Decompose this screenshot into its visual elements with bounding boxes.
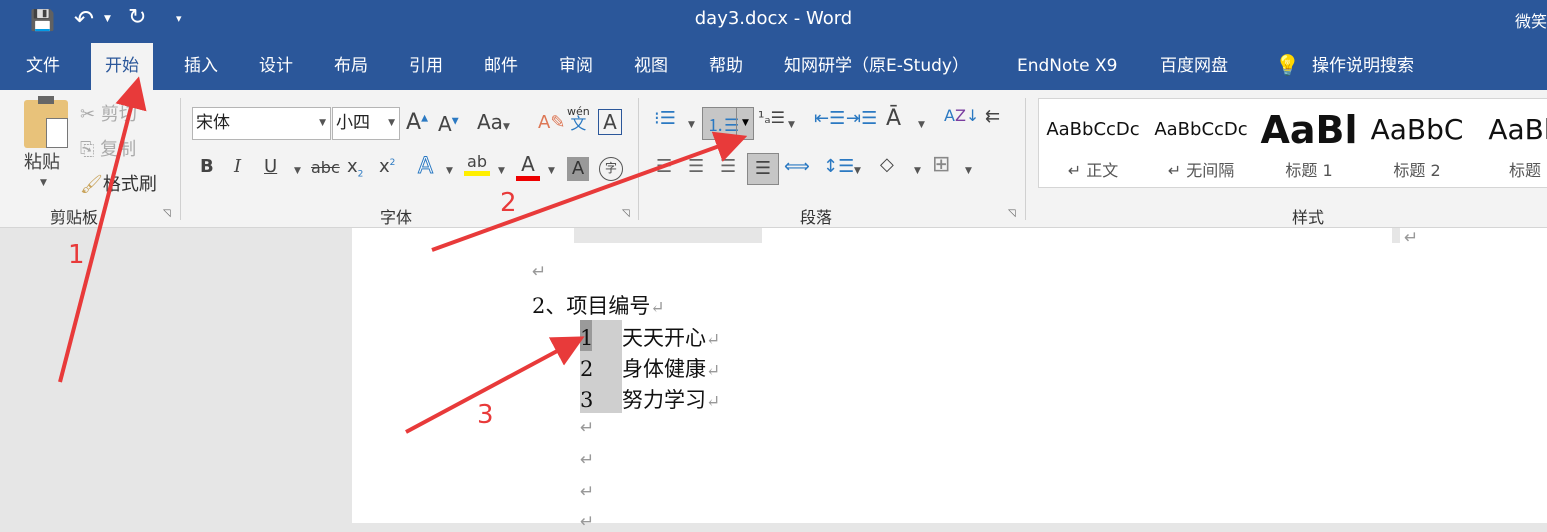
annotation-arrows <box>58 76 748 434</box>
arrow-2 <box>431 131 748 252</box>
annotation-label-3: 3 <box>477 400 494 430</box>
annotation-label-1: 1 <box>68 240 85 270</box>
annotation-label-2: 2 <box>500 188 517 218</box>
arrow-1 <box>58 76 147 383</box>
